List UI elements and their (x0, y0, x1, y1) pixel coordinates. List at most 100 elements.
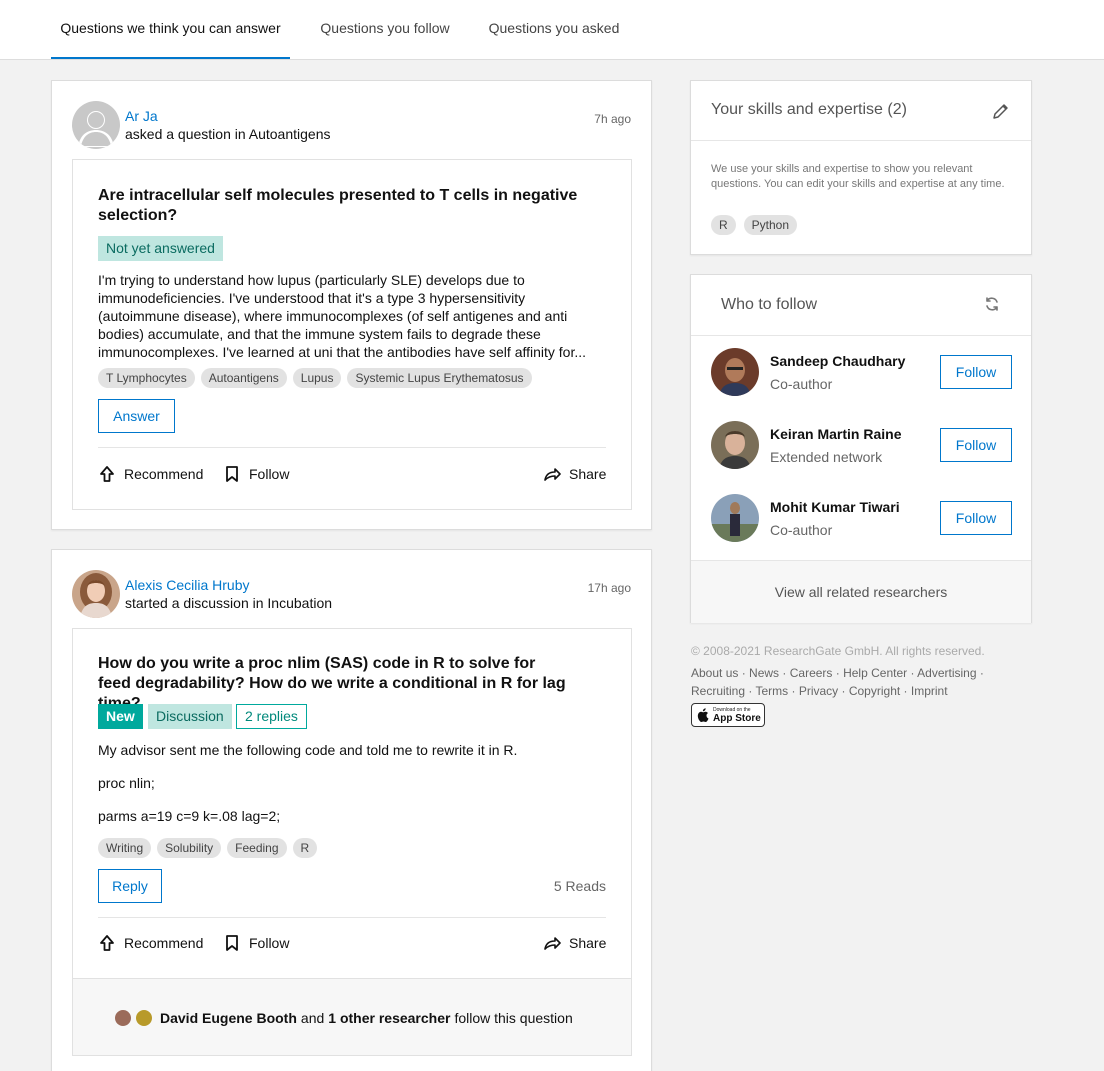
divider (98, 917, 606, 918)
topic-tags: T Lymphocytes Autoantigens Lupus Systemi… (98, 368, 532, 388)
follow-label: Follow (249, 935, 290, 951)
share-button[interactable]: Share (543, 934, 606, 952)
footer-link[interactable]: Careers (790, 666, 833, 680)
author-action: started a discussion in Incubation (125, 595, 333, 611)
avatar[interactable] (711, 348, 759, 396)
footer-link[interactable]: News (749, 666, 779, 680)
avatar[interactable] (711, 494, 759, 542)
bookmark-icon (226, 935, 238, 951)
topic-tags: Writing Solubility Feeding R (98, 838, 318, 858)
view-all-researchers-link[interactable]: View all related researchers (691, 560, 1031, 623)
skills-description: We use your skills and expertise to show… (711, 163, 1005, 190)
topic-tag[interactable]: Solubility (157, 838, 222, 858)
footer-link[interactable]: Help Center (843, 666, 907, 680)
follower-avatar[interactable] (115, 1010, 131, 1026)
researcher-relation: Co-author (770, 522, 833, 538)
topic-tag[interactable]: Lupus (292, 368, 342, 388)
recommend-label: Recommend (124, 466, 204, 482)
question-tabs: Questions we think you can answer Questi… (0, 0, 1104, 60)
discussion-text-line[interactable]: proc nlin; (98, 774, 598, 792)
footer-link[interactable]: About us (691, 666, 738, 680)
timestamp: 7h ago (594, 112, 631, 126)
recommend-arrow-icon (100, 466, 114, 482)
footer-link[interactable]: Terms (755, 684, 788, 698)
researcher-name[interactable]: Keiran Martin Raine (770, 426, 901, 442)
share-arrow-icon (544, 937, 561, 950)
bookmark-icon (226, 466, 238, 482)
topic-tag[interactable]: R (292, 838, 318, 858)
tab-questions-you-can-answer[interactable]: Questions we think you can answer (51, 0, 290, 59)
replies-badge[interactable]: 2 replies (236, 704, 307, 729)
divider (98, 447, 606, 448)
who-to-follow-header: Who to follow (691, 275, 1031, 336)
topic-tag[interactable]: Feeding (227, 838, 287, 858)
who-to-follow-card: Who to follow Sandeep Chaudhary Co-autho… (690, 274, 1032, 623)
question-body: Are intracellular self molecules present… (72, 159, 632, 510)
discussion-text-line[interactable]: parms a=19 c=9 k=.08 lag=2; (98, 807, 598, 825)
who-to-follow-title: Who to follow (721, 296, 818, 313)
apple-logo-icon (697, 708, 709, 722)
followers-and: and (300, 1010, 325, 1026)
question-text[interactable]: I'm trying to understand how lupus (part… (98, 271, 598, 361)
topic-tag[interactable]: Writing (98, 838, 152, 858)
skill-tag[interactable]: Python (743, 215, 798, 235)
discussion-card: Alexis Cecilia Hruby started a discussio… (51, 549, 652, 1071)
share-label: Share (569, 466, 607, 482)
question-card: Ar Ja asked a question in Autoantigens 7… (51, 80, 652, 530)
discussion-body: How do you write a proc nlim (SAS) code … (72, 628, 632, 979)
avatar-placeholder-icon[interactable] (72, 101, 120, 149)
skill-tag[interactable]: R (711, 215, 736, 235)
reply-button[interactable]: Reply (98, 869, 162, 903)
pencil-icon[interactable] (991, 101, 1011, 121)
tab-questions-you-follow[interactable]: Questions you follow (305, 0, 465, 59)
tab-questions-you-asked[interactable]: Questions you asked (480, 0, 628, 59)
researcher-relation: Co-author (770, 376, 833, 392)
follower-avatar[interactable] (136, 1010, 152, 1026)
status-badge: Not yet answered (98, 236, 223, 261)
skills-card: Your skills and expertise (2) We use you… (690, 80, 1032, 255)
discussion-text-line[interactable]: My advisor sent me the following code an… (98, 741, 598, 759)
follow-button[interactable]: Follow (940, 428, 1012, 462)
researcher-name[interactable]: Sandeep Chaudhary (770, 353, 905, 369)
follow-question-button[interactable]: Follow (223, 465, 289, 483)
author-name[interactable]: Ar Ja (125, 108, 158, 124)
footer-link[interactable]: Copyright (849, 684, 900, 698)
new-badge: New (98, 704, 143, 729)
researcher-relation: Extended network (770, 449, 883, 465)
refresh-icon[interactable] (983, 295, 1001, 313)
recommend-button[interactable]: Recommend (98, 934, 203, 952)
footer-link[interactable]: Privacy (799, 684, 838, 698)
footer-link[interactable]: Imprint (911, 684, 948, 698)
follow-button[interactable]: Follow (940, 355, 1012, 389)
app-store-badge[interactable]: Download on the App Store (691, 703, 765, 727)
recommend-button[interactable]: Recommend (98, 465, 203, 483)
author-name[interactable]: Alexis Cecilia Hruby (125, 577, 249, 593)
avatar[interactable] (711, 421, 759, 469)
appstore-big-text: App Store (713, 713, 761, 724)
suggested-researcher: Keiran Martin Raine Extended network Fol… (691, 421, 1031, 481)
follow-button[interactable]: Follow (940, 501, 1012, 535)
other-followers[interactable]: 1 other researcher (328, 1010, 450, 1026)
followers-bar: David Eugene Booth and 1 other researche… (72, 979, 632, 1056)
follow-question-button[interactable]: Follow (223, 934, 289, 952)
discussion-badge: Discussion (148, 704, 232, 729)
share-arrow-icon (544, 468, 561, 481)
topic-tag[interactable]: T Lymphocytes (98, 368, 195, 388)
suggested-researcher: Sandeep Chaudhary Co-author Follow (691, 348, 1031, 408)
recommend-arrow-icon (100, 935, 114, 951)
avatar[interactable] (72, 570, 120, 618)
follower-name[interactable]: David Eugene Booth (160, 1010, 297, 1026)
share-button[interactable]: Share (543, 465, 606, 483)
topic-tag[interactable]: Systemic Lupus Erythematosus (347, 368, 532, 388)
topic-tag[interactable]: Autoantigens (200, 368, 287, 388)
reads-count: 5 Reads (553, 878, 606, 894)
suggested-researcher: Mohit Kumar Tiwari Co-author Follow (691, 494, 1031, 554)
researcher-name[interactable]: Mohit Kumar Tiwari (770, 499, 900, 515)
footer-link[interactable]: Advertising (917, 666, 976, 680)
timestamp: 17h ago (587, 581, 631, 595)
footer-link[interactable]: Recruiting (691, 684, 745, 698)
question-title[interactable]: Are intracellular self molecules present… (98, 186, 598, 226)
skills-header: Your skills and expertise (2) (691, 81, 1031, 141)
share-label: Share (569, 935, 607, 951)
answer-button[interactable]: Answer (98, 399, 175, 433)
